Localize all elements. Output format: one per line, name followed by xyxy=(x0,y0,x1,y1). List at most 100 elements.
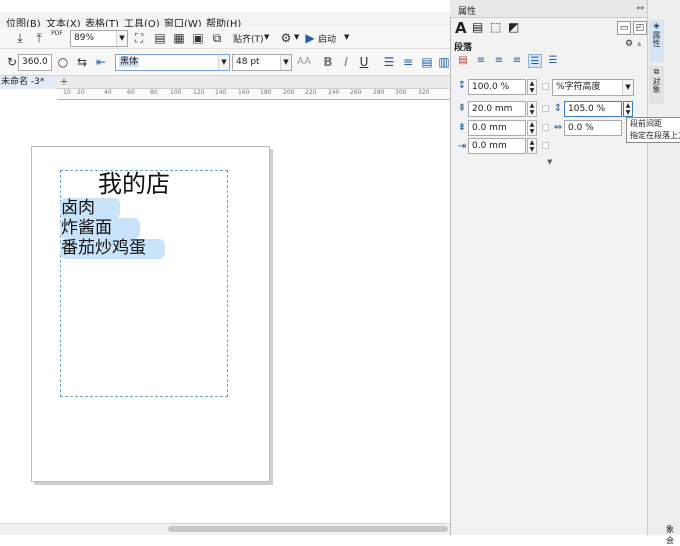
character-spacing-input[interactable]: 0.0 % xyxy=(564,120,622,136)
scrollbar-thumb[interactable] xyxy=(168,526,448,532)
font-scale-icon[interactable]: AA xyxy=(296,54,312,70)
grid-icon[interactable]: ▦ xyxy=(171,30,187,46)
paragraph-spacing-icon: ⇕ xyxy=(553,103,563,114)
import-icon[interactable]: ⤓ xyxy=(12,30,28,46)
lock-icon[interactable] xyxy=(542,142,549,149)
full-screen-icon[interactable]: ⛶ xyxy=(131,30,147,46)
lock-icon[interactable] xyxy=(542,105,549,112)
ruler-label: 20 xyxy=(77,89,85,96)
paragraph-spacing-input[interactable]: 105.0 % xyxy=(564,101,622,117)
ruler-label: 280 xyxy=(373,89,385,96)
chevron-down-icon[interactable]: ▼ xyxy=(294,33,299,41)
ruler-label: 220 xyxy=(305,89,317,96)
space-before-input[interactable]: 20.0 mm xyxy=(468,101,526,117)
expand-icon[interactable]: ▸▸ xyxy=(637,3,645,12)
space-before-value: 20.0 mm xyxy=(472,104,513,114)
snap-icon[interactable]: ⧉ xyxy=(209,30,225,46)
ruler-label: 260 xyxy=(350,89,362,96)
no-align-icon[interactable]: ▤ xyxy=(456,54,470,68)
lock-icon[interactable] xyxy=(542,83,549,90)
horizontal-ruler[interactable]: 10 20 40 60 80 100 120 140 160 180 200 2… xyxy=(57,89,450,100)
chevron-down-icon[interactable]: ▼ xyxy=(116,31,127,46)
section-title: 段落 xyxy=(454,43,473,53)
font-family-select[interactable]: 黑体 ▼ xyxy=(115,54,230,71)
spacing-unit-select[interactable]: %字符高度 ▼ xyxy=(552,79,634,96)
text-align-icon[interactable]: ⇤ xyxy=(93,54,109,70)
ruler-label: 40 xyxy=(104,89,112,96)
properties-tab-icon: ◈ xyxy=(653,21,660,30)
chevron-up-icon[interactable]: ▴ xyxy=(637,39,642,49)
line-spacing-icon: ↕ xyxy=(457,80,467,91)
align-left-icon[interactable]: ≡ xyxy=(474,54,488,68)
spin-arrows-icon[interactable]: ▲ ▼ xyxy=(527,101,537,117)
chevron-down-icon[interactable]: ▼ xyxy=(280,55,291,70)
align-center-icon[interactable]: ≡ xyxy=(492,54,506,68)
menu-title-text[interactable]: 我的店 xyxy=(98,169,170,199)
space-before-icon: ⇞ xyxy=(457,103,467,114)
spin-arrows-icon[interactable]: ▲ ▼ xyxy=(527,138,537,154)
lock-icon[interactable] xyxy=(542,124,549,131)
paragraph-tab-icon[interactable]: ▤ xyxy=(472,20,483,34)
menu-line-text[interactable]: 卤肉 xyxy=(61,198,95,219)
rotation-input[interactable]: 360.0 xyxy=(18,54,52,71)
chevron-down-icon[interactable]: ▼ xyxy=(218,55,229,70)
page-view-icon[interactable]: ▤ xyxy=(152,30,168,46)
menu-line-text[interactable]: 番茄炒鸡蛋 xyxy=(61,238,146,259)
force-justify-icon[interactable]: ☰ xyxy=(546,54,560,68)
page-options-icon[interactable]: ◰ xyxy=(633,21,647,35)
frame-tab-icon[interactable]: ⬚ xyxy=(490,20,501,34)
docker-title: 属性 xyxy=(458,7,477,17)
character-tab-icon[interactable]: A xyxy=(455,19,467,37)
text-direction-icon[interactable]: ⇆ xyxy=(74,54,90,70)
tooltip-title: 段前间距 xyxy=(630,119,662,128)
graphic-tab-icon[interactable]: ◩ xyxy=(508,20,519,34)
launch-icon[interactable]: ▶ xyxy=(302,30,318,46)
status-text: 象会 xyxy=(666,525,674,545)
spin-arrows-icon[interactable]: ▲ ▼ xyxy=(623,101,633,117)
underline-button[interactable]: U xyxy=(356,54,372,70)
align-right-icon[interactable]: ≡ xyxy=(510,54,524,68)
snap-to-label[interactable]: 贴齐(T) xyxy=(233,32,264,45)
objects-tab-icon: ⧉ xyxy=(653,67,660,76)
font-size-select[interactable]: 48 pt ▼ xyxy=(232,54,292,71)
spacing-unit-value: %字符高度 xyxy=(556,82,601,92)
guides-icon[interactable]: ▣ xyxy=(190,30,206,46)
launch-label[interactable]: 启动 xyxy=(318,32,336,45)
add-tab-button[interactable]: + xyxy=(58,76,70,89)
spin-arrows-icon[interactable]: ▲ ▼ xyxy=(527,120,537,136)
ruler-label: 320 xyxy=(418,89,430,96)
align-icon[interactable]: ▤ xyxy=(419,54,435,70)
settings-icon[interactable]: ⚙ xyxy=(625,39,633,49)
tab-properties[interactable]: ◈ 属性 xyxy=(649,20,664,62)
space-after-input[interactable]: 0.0 mm xyxy=(468,120,526,136)
bold-button[interactable]: B xyxy=(320,54,336,70)
gear-icon[interactable]: ⚙ xyxy=(278,30,294,46)
zoom-select[interactable]: 89% ▼ xyxy=(70,30,128,47)
character-spacing-value: 0.0 % xyxy=(568,123,594,133)
chevron-down-icon[interactable]: ▼ xyxy=(622,80,633,95)
ruler-label: 180 xyxy=(260,89,272,96)
spin-arrows-icon[interactable]: ▲ ▼ xyxy=(527,79,537,95)
chevron-down-icon[interactable]: ▼ xyxy=(264,33,269,41)
tooltip: 段前间距 指定在段落上方 xyxy=(626,117,680,143)
export-icon[interactable]: ⤒ xyxy=(31,30,47,46)
tab-objects[interactable]: ⧉ 对象 xyxy=(649,66,664,104)
frame-options-icon[interactable]: ▭ xyxy=(617,21,631,35)
line-spacing-input[interactable]: 100.0 % xyxy=(468,79,526,95)
paragraph-spacing-value: 105.0 % xyxy=(568,104,606,114)
chevron-down-icon[interactable]: ▼ xyxy=(344,33,349,41)
tooltip-description: 指定在段落上方 xyxy=(630,131,680,140)
ruler-label: 240 xyxy=(328,89,340,96)
docker-title-bar: 属性 ▸▸ xyxy=(450,0,647,18)
ruler-label: 300 xyxy=(395,89,407,96)
bullet-list-icon[interactable]: ☰ xyxy=(381,54,397,70)
justify-icon[interactable]: ☰ xyxy=(528,54,542,68)
menu-line-text[interactable]: 炸酱面 xyxy=(61,218,112,239)
document-tab[interactable]: 未命名 -3* xyxy=(0,76,56,89)
expand-more-icon[interactable]: ▼ xyxy=(547,158,552,166)
font-family-value: 黑体 xyxy=(119,57,140,67)
indent-input[interactable]: 0.0 mm xyxy=(468,138,526,154)
pdf-icon[interactable]: PDF xyxy=(49,30,65,46)
italic-button[interactable]: I xyxy=(338,54,354,70)
numbered-list-icon[interactable]: ≡ xyxy=(400,54,416,70)
